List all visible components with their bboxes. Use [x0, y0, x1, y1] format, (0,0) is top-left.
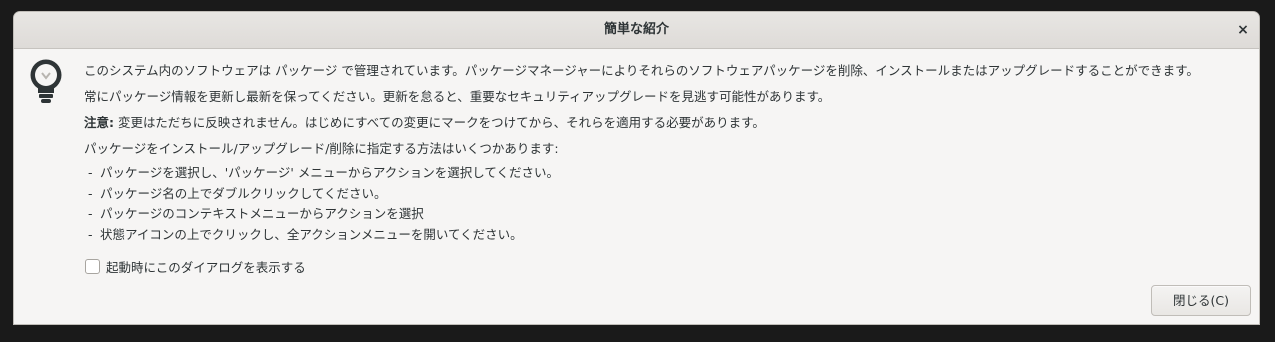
list-item: - パッケージ名の上でダブルクリックしてください。: [88, 185, 387, 201]
startup-checkbox-label[interactable]: 起動時にこのダイアログを表示する: [106, 257, 306, 276]
startup-checkbox-row[interactable]: 起動時にこのダイアログを表示する: [85, 257, 306, 275]
startup-checkbox[interactable]: [85, 258, 100, 274]
methods-intro: パッケージをインストール/アップグレード/削除に指定する方法はいくつかあります:: [84, 141, 559, 156]
lightbulb-icon: [28, 58, 64, 108]
dialog-window: 簡単な紹介 × このシステム内のソフトウェアは パッケージ で管理されています。…: [13, 11, 1260, 325]
note-text: 変更はただちに反映されません。はじめにすべての変更にマークをつけてから、それらを…: [114, 115, 765, 130]
note-paragraph: 注意: 変更はただちに反映されません。はじめにすべての変更にマークをつけてから、…: [84, 112, 765, 131]
close-button[interactable]: 閉じる(C): [1151, 285, 1251, 316]
list-item: - 状態アイコンの上でクリックし、全アクションメニューを開いてください。: [88, 226, 523, 242]
close-icon[interactable]: ×: [1233, 20, 1253, 40]
note-label: 注意:: [84, 115, 114, 130]
dialog-title: 簡単な紹介: [603, 22, 669, 37]
list-item: - パッケージを選択し、'パッケージ' メニューからアクションを選択してください。: [88, 165, 559, 180]
titlebar[interactable]: 簡単な紹介 ×: [14, 12, 1259, 49]
list-item: - パッケージのコンテキストメニューからアクションを選択: [88, 206, 424, 221]
methods-list: - パッケージを選択し、'パッケージ' メニューからアクションを選択してください。…: [88, 163, 559, 245]
intro-paragraph: このシステム内のソフトウェアは パッケージ で管理されています。パッケージマネー…: [84, 63, 1199, 78]
update-paragraph: 常にパッケージ情報を更新し最新を保ってください。更新を怠ると、重要なセキュリティ…: [84, 89, 831, 104]
